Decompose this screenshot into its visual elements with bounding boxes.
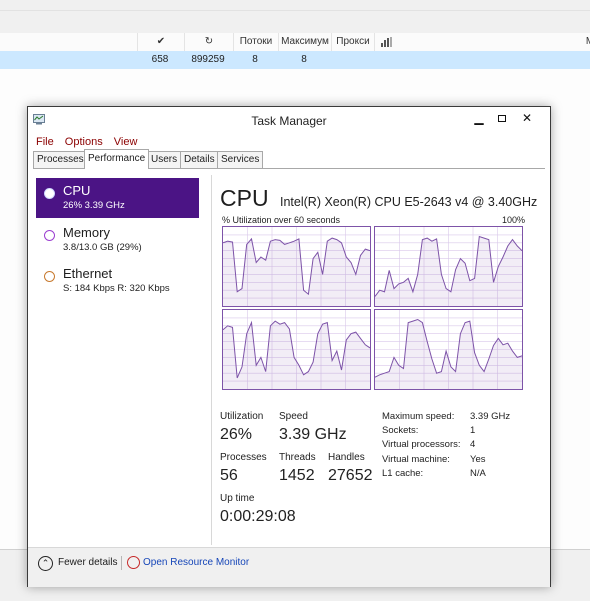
background-window-strip: [0, 10, 590, 11]
bg-cell-3: 8: [252, 54, 258, 65]
core-graph-1: [222, 226, 371, 307]
uptime-label: Up time: [220, 493, 255, 504]
bg-col-check[interactable]: ✔: [137, 33, 184, 51]
task-manager-window: Task Manager ▁ ✕ File Options View Proce…: [27, 106, 551, 587]
background-column-header: ✔ ↻ Потоки Максимум Прокси М: [0, 33, 590, 52]
spec-value: N/A: [470, 468, 486, 479]
core-graph-2: [374, 226, 523, 307]
resource-detail: S: 184 Kbps R: 320 Kbps: [63, 283, 170, 294]
utilization-value: 26%: [220, 426, 253, 443]
graph-caption: % Utilization over 60 seconds: [222, 215, 341, 225]
open-resource-monitor-link[interactable]: Open Resource Monitor: [143, 557, 249, 568]
chevron-up-icon[interactable]: ⌃: [38, 556, 53, 571]
graph-max-label: 100%: [502, 215, 526, 225]
handles-label: Handles: [328, 452, 365, 463]
spec-value: 4: [470, 439, 476, 450]
resource-memory[interactable]: Memory 3.8/13.0 GB (29%): [36, 220, 199, 260]
bg-col-threads[interactable]: Потоки: [233, 33, 278, 51]
spec-key: Virtual processors:: [382, 439, 461, 450]
processes-value: 56: [220, 467, 238, 484]
menu-file[interactable]: File: [36, 136, 54, 148]
speed-label: Speed: [279, 411, 308, 422]
handles-value: 27652: [328, 467, 373, 484]
minimize-button[interactable]: ▁: [468, 110, 490, 126]
background-window-titlebar: [0, 0, 590, 34]
core-graph-svg: [223, 227, 370, 306]
footer-bar: ⌃ Fewer details Open Resource Monitor: [28, 547, 550, 587]
bg-cell-2: 899259: [191, 54, 225, 65]
bg-col-chart[interactable]: [374, 33, 399, 51]
tab-details[interactable]: Details: [180, 151, 219, 168]
resource-monitor-icon[interactable]: [127, 556, 140, 569]
spec-key: Maximum speed:: [382, 411, 455, 422]
spec-value: 1: [470, 425, 476, 436]
resource-detail: 3.8/13.0 GB (29%): [63, 242, 142, 253]
uptime-value: 0:00:29:08: [220, 508, 296, 525]
speed-value: 3.39 GHz: [279, 426, 347, 443]
utilization-area: [223, 238, 370, 306]
resource-name: Ethernet: [63, 266, 113, 281]
threads-label: Threads: [279, 452, 316, 463]
bg-col-refresh[interactable]: ↻: [184, 33, 233, 51]
tab-processes[interactable]: Processes: [33, 151, 88, 168]
resource-cpu[interactable]: CPU 26% 3.39 GHz: [36, 178, 199, 218]
spec-value: 3.39 GHz: [470, 411, 511, 422]
maximize-button[interactable]: [491, 110, 513, 126]
background-selected-row[interactable]: 658 899259 8 8: [0, 51, 590, 69]
spec-key: Sockets:: [382, 425, 419, 436]
utilization-label: Utilization: [220, 411, 264, 422]
bg-cell-1: 658: [151, 54, 169, 65]
menu-view[interactable]: View: [114, 136, 138, 148]
core-graph-4: [374, 309, 523, 390]
bg-col-proxy[interactable]: Прокси: [331, 33, 374, 51]
core-graph-svg: [375, 310, 522, 389]
close-button[interactable]: ✕: [516, 110, 538, 126]
bg-col-max[interactable]: Максимум: [278, 33, 331, 51]
memory-indicator-icon: [44, 230, 55, 241]
cpu-indicator-icon: [44, 188, 55, 199]
minimize-icon: ▁: [474, 111, 484, 125]
maximize-icon: [498, 115, 506, 122]
spec-key: Virtual machine:: [382, 454, 450, 465]
core-graph-svg: [375, 227, 522, 306]
fewer-details-link[interactable]: Fewer details: [58, 557, 117, 568]
spec-value: Yes: [470, 454, 486, 465]
tab-performance[interactable]: Performance: [84, 149, 150, 169]
threads-value: 1452: [279, 467, 315, 484]
resource-ethernet[interactable]: Ethernet S: 184 Kbps R: 320 Kbps: [36, 261, 199, 301]
resource-name: CPU: [63, 183, 91, 198]
cpu-heading: CPU: [220, 185, 269, 211]
ethernet-indicator-icon: [44, 271, 55, 282]
tab-users[interactable]: Users: [147, 151, 182, 168]
footer-separator: [121, 556, 122, 570]
resource-name: Memory: [63, 225, 110, 240]
core-graph-svg: [223, 310, 370, 389]
bg-cell-4: 8: [301, 54, 307, 65]
bar-chart-icon: [381, 37, 392, 47]
menu-options[interactable]: Options: [65, 136, 103, 148]
close-icon: ✕: [521, 111, 533, 125]
menu-bar: File Options View: [36, 136, 145, 150]
resource-list: CPU 26% 3.39 GHz Memory 3.8/13.0 GB (29%…: [33, 175, 212, 545]
bg-col-m[interactable]: М: [580, 33, 590, 51]
cpu-model: Intel(R) Xeon(R) CPU E5-2643 v4 @ 3.40GH…: [280, 195, 538, 209]
spec-key: L1 cache:: [382, 468, 424, 479]
processes-label: Processes: [220, 452, 267, 463]
tab-services[interactable]: Services: [217, 151, 264, 168]
resource-detail: 26% 3.39 GHz: [63, 200, 125, 211]
core-graph-3: [222, 309, 371, 390]
title-bar[interactable]: Task Manager ▁ ✕: [28, 107, 550, 133]
